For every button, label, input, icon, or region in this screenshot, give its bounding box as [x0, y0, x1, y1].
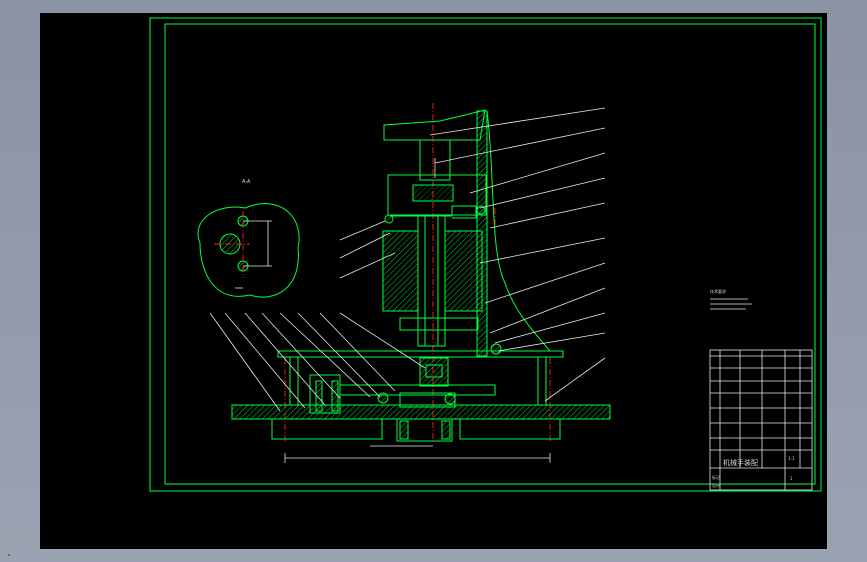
- main-assembly: [231, 103, 611, 463]
- title-row-label-2: 设计: [712, 482, 720, 488]
- title-row-label-1: 标记: [712, 474, 720, 480]
- section-view-a-a: A-A: [197, 179, 300, 298]
- scale-text: 1:1: [788, 456, 795, 461]
- section-label: A-A: [242, 179, 251, 185]
- tech-notes-heading: 技术要求: [710, 288, 726, 294]
- sheet-text: 1: [790, 476, 793, 481]
- title-block: 机械手装配 标记 设计 1:1 1: [709, 349, 813, 491]
- status-dot: [8, 554, 10, 556]
- cad-drawing-viewport[interactable]: A-A 技术要求 机械手装配 标记 设计 1:1 1: [40, 13, 827, 549]
- drawing-title: 机械手装配: [723, 458, 758, 467]
- assembly-drawing: A-A 技术要求 机械手装配 标记 设计 1:1 1: [149, 17, 822, 492]
- tech-notes: 技术要求: [710, 288, 752, 310]
